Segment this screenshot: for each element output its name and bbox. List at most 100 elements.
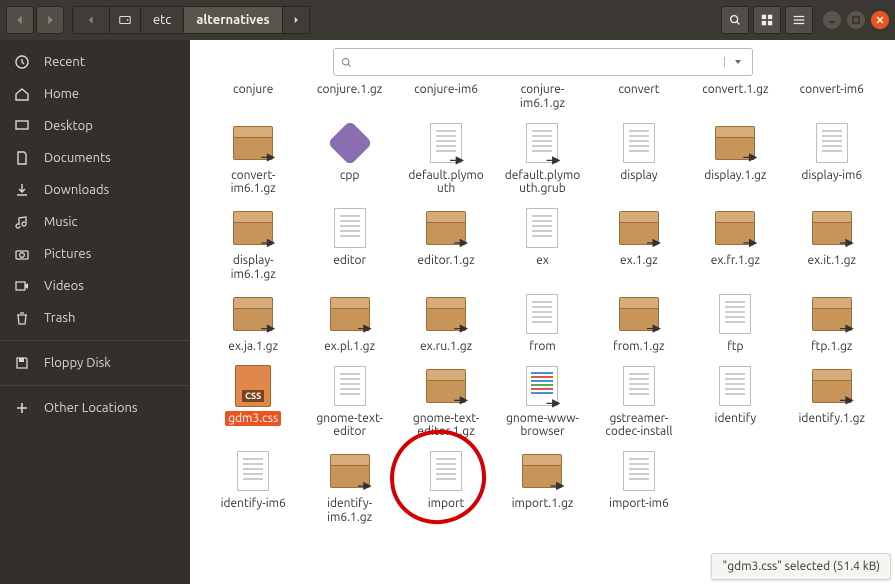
file-item[interactable]: ex.it.1.gz	[787, 203, 877, 285]
package-icon	[228, 291, 278, 337]
file-item[interactable]: convert.1.gz	[690, 80, 780, 114]
file-item[interactable]: default.plymouth	[401, 118, 491, 200]
file-item[interactable]: gnome-text-editor.1.gz	[401, 361, 491, 443]
file-item[interactable]: display.1.gz	[690, 118, 780, 200]
sidebar-item-downloads[interactable]: Downloads	[0, 174, 190, 206]
file-item[interactable]: ftp	[690, 289, 780, 357]
maximize-button[interactable]	[847, 11, 865, 29]
status-text: "gdm3.css" selected (51.4 kB)	[722, 560, 880, 573]
sidebar-item-other-locations[interactable]: Other Locations	[0, 392, 190, 424]
file-item[interactable]: convert-im6.1.gz	[208, 118, 298, 200]
sidebar-item-music[interactable]: Music	[0, 206, 190, 238]
file-label: default.plymouth.grub	[499, 168, 585, 198]
sidebar: Recent Home Desktop Documents Downloads …	[0, 40, 190, 584]
view-mode-button[interactable]	[753, 6, 781, 34]
file-item[interactable]: display-im6.1.gz	[208, 203, 298, 285]
file-item[interactable]: from.1.gz	[594, 289, 684, 357]
status-bar: "gdm3.css" selected (51.4 kB)	[711, 553, 891, 580]
file-label: convert-im6.1.gz	[210, 168, 296, 198]
file-item[interactable]: identify-im6.1.gz	[304, 446, 394, 528]
sidebar-item-recent[interactable]: Recent	[0, 46, 190, 78]
file-item[interactable]: from	[497, 289, 587, 357]
sidebar-item-home[interactable]: Home	[0, 78, 190, 110]
document-icon	[517, 205, 567, 251]
file-item[interactable]: conjure	[208, 80, 298, 114]
path-seg-etc[interactable]: etc	[141, 7, 184, 33]
file-item[interactable]: CSS gdm3.css	[208, 361, 298, 443]
search-options-button[interactable]	[724, 57, 752, 67]
menu-button[interactable]	[785, 6, 813, 34]
file-item[interactable]: import-im6	[594, 446, 684, 528]
search-box	[333, 48, 753, 76]
file-label: gnome-text-editor.1.gz	[403, 411, 489, 441]
search-icon	[334, 56, 360, 69]
css-file-icon: CSS	[228, 363, 278, 409]
file-item[interactable]: conjure-im6	[401, 80, 491, 114]
document-icon	[421, 448, 471, 494]
plus-icon	[14, 400, 30, 416]
file-item[interactable]: convert-im6	[787, 80, 877, 114]
sidebar-item-videos[interactable]: Videos	[0, 270, 190, 302]
sidebar-label: Music	[44, 215, 78, 229]
file-item[interactable]: identify	[690, 361, 780, 443]
sidebar-label: Floppy Disk	[44, 356, 111, 370]
file-label: display-im6.1.gz	[210, 253, 296, 283]
sidebar-label: Desktop	[44, 119, 93, 133]
file-item[interactable]: ex.ja.1.gz	[208, 289, 298, 357]
forward-button[interactable]	[36, 6, 64, 34]
file-item[interactable]: conjure-im6.1.gz	[497, 80, 587, 114]
cpp-file-icon	[325, 120, 375, 166]
camera-icon	[14, 246, 30, 262]
file-label: conjure.1.gz	[314, 82, 385, 98]
file-label: identify	[712, 411, 760, 427]
file-item[interactable]: ex.1.gz	[594, 203, 684, 285]
file-item[interactable]: default.plymouth.grub	[497, 118, 587, 200]
back-button[interactable]	[6, 6, 34, 34]
file-item[interactable]: editor	[304, 203, 394, 285]
file-item[interactable]: gnome-text-editor	[304, 361, 394, 443]
minimize-button[interactable]	[823, 11, 841, 29]
file-item[interactable]: identify.1.gz	[787, 361, 877, 443]
file-item[interactable]: cpp	[304, 118, 394, 200]
sidebar-item-documents[interactable]: Documents	[0, 142, 190, 174]
document-icon	[517, 291, 567, 337]
file-item[interactable]: display	[594, 118, 684, 200]
file-item[interactable]: convert	[594, 80, 684, 114]
document-icon	[614, 363, 664, 409]
path-up-button[interactable]	[73, 7, 110, 33]
path-seg-alternatives[interactable]: alternatives	[184, 7, 282, 33]
close-button[interactable]	[871, 11, 889, 29]
file-item[interactable]: gstreamer-codec-install	[594, 361, 684, 443]
sidebar-item-desktop[interactable]: Desktop	[0, 110, 190, 142]
file-item[interactable]: ex.fr.1.gz	[690, 203, 780, 285]
path-root-drive[interactable]	[110, 7, 141, 33]
document-icon	[325, 205, 375, 251]
sidebar-item-trash[interactable]: Trash	[0, 302, 190, 334]
file-item[interactable]: editor.1.gz	[401, 203, 491, 285]
package-icon	[807, 363, 857, 409]
search-button[interactable]	[721, 6, 749, 34]
file-label: from.1.gz	[610, 339, 668, 355]
file-item[interactable]: ftp.1.gz	[787, 289, 877, 357]
sidebar-label: Home	[44, 87, 79, 101]
file-label: ex.pl.1.gz	[321, 339, 378, 355]
file-item[interactable]: ex.pl.1.gz	[304, 289, 394, 357]
file-label: import-im6	[606, 496, 672, 512]
path-more-button[interactable]	[283, 7, 309, 33]
file-item[interactable]: identify-im6	[208, 446, 298, 528]
download-icon	[14, 182, 30, 198]
file-item[interactable]: display-im6	[787, 118, 877, 200]
document-icon	[710, 291, 760, 337]
file-item[interactable]: import	[401, 446, 491, 528]
sidebar-item-pictures[interactable]: Pictures	[0, 238, 190, 270]
package-icon	[228, 120, 278, 166]
file-item[interactable]: ex	[497, 203, 587, 285]
file-label: gdm3.css	[225, 411, 281, 427]
file-item[interactable]: import.1.gz	[497, 446, 587, 528]
file-item[interactable]: gnome-www-browser	[497, 361, 587, 443]
file-item[interactable]: ex.ru.1.gz	[401, 289, 491, 357]
file-item[interactable]: conjure.1.gz	[304, 80, 394, 114]
sidebar-item-floppy[interactable]: Floppy Disk	[0, 347, 190, 379]
search-input[interactable]	[360, 55, 724, 69]
file-label: ex.1.gz	[617, 253, 661, 269]
